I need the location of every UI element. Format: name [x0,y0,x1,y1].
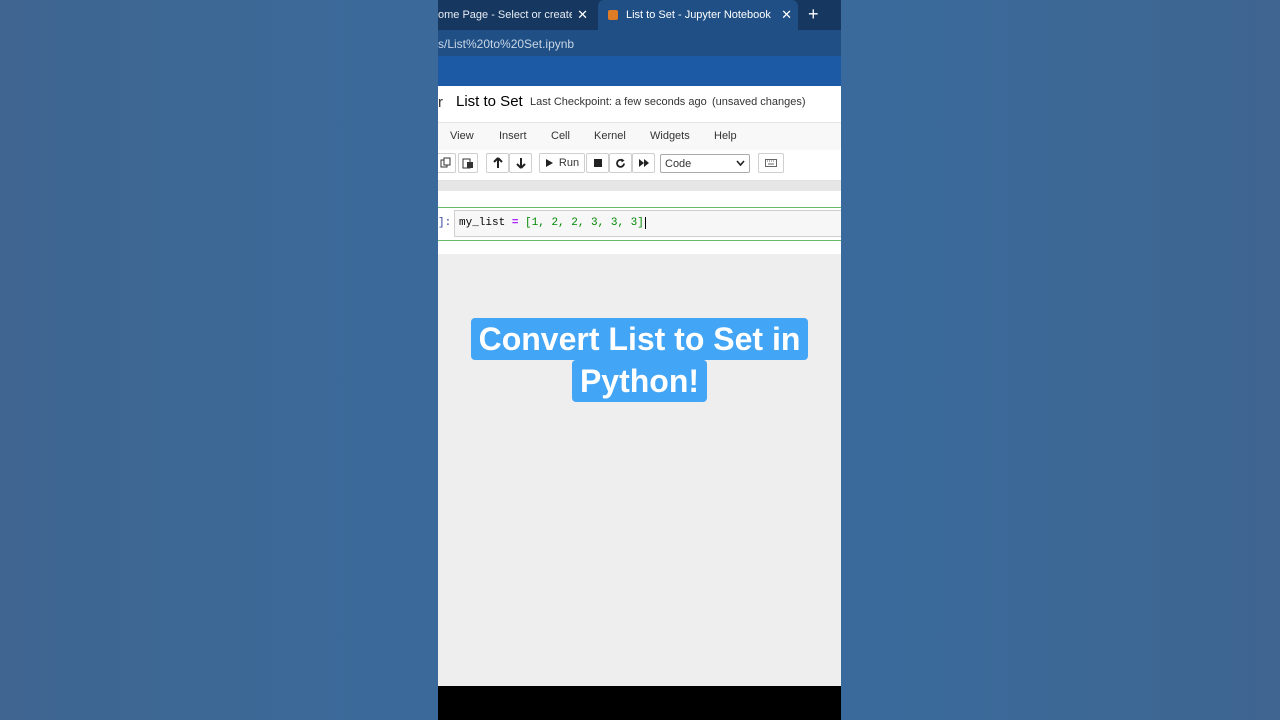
checkpoint-status: Last Checkpoint: a few seconds ago [530,96,707,108]
cell-prompt: ]: [438,217,452,229]
stop-icon [593,159,602,167]
tab-list-to-set[interactable]: List to Set - Jupyter Notebook ✕ [598,0,798,30]
run-button[interactable]: Run [539,153,585,173]
close-icon[interactable]: ✕ [781,7,792,23]
move-down-button[interactable] [509,153,532,173]
copy-icon [440,157,451,168]
code-list-literal: [1, 2, 2, 3, 3, 3] [525,217,644,229]
arrow-down-icon [515,158,526,169]
notebook-icon [608,10,618,20]
notebook-toolbar: Run Code [438,150,841,181]
notebook-header: r List to Set Last Checkpoint: a few sec… [438,86,841,122]
cell-type-value: Code [665,157,692,170]
video-caption: Convert List to Set in Python! [438,318,841,402]
play-icon [545,159,553,167]
restart-kernel-button[interactable] [609,153,632,173]
menu-widgets[interactable]: Widgets [650,130,690,142]
menu-cell[interactable]: Cell [551,130,570,142]
arrow-up-icon [492,157,503,168]
move-up-button[interactable] [486,153,509,173]
copy-cell-button[interactable] [438,153,456,173]
caption-line-2: Python! [571,360,708,402]
code-input[interactable]: my_list = [1, 2, 2, 3, 3, 3] [454,210,841,237]
tab-title: List to Set - Jupyter Notebook [626,9,771,21]
tab-title: ome Page - Select or create a n [438,9,572,21]
restart-icon [616,158,625,168]
code-operator: = [511,217,519,229]
text-cursor [644,217,646,229]
bottom-bar [438,686,841,720]
interrupt-button[interactable] [586,153,609,173]
video-frame: ome Page - Select or create a n ✕ List t… [438,0,841,720]
url-text: s/List%20to%20Set.ipynb [438,37,575,51]
notebook-container: ]: my_list = [1, 2, 2, 3, 3, 3] [438,181,841,254]
command-palette-button[interactable] [758,153,784,173]
browser-tab-bar: ome Page - Select or create a n ✕ List t… [438,0,841,30]
menu-bar: View Insert Cell Kernel Widgets Help [438,122,841,151]
close-icon[interactable]: ✕ [577,7,588,23]
code-variable: my_list [459,217,506,229]
caption-line-1: Convert List to Set in [470,318,809,360]
jupyter-logo-fragment[interactable]: r [438,94,443,111]
notebook-title[interactable]: List to Set [456,93,523,110]
code-text: my_list = [1, 2, 2, 3, 3, 3] [459,217,646,229]
menu-help[interactable]: Help [714,130,737,142]
menu-insert[interactable]: Insert [499,130,527,142]
new-tab-plus-icon[interactable]: + [808,4,819,24]
keyboard-icon [765,159,777,167]
code-cell[interactable]: ]: my_list = [1, 2, 2, 3, 3, 3] [438,207,841,241]
restart-run-all-button[interactable] [632,153,655,173]
cell-type-select[interactable]: Code [660,154,750,173]
menu-view[interactable]: View [450,130,474,142]
jupyter-top-bar [438,56,841,86]
fast-forward-icon [638,159,649,167]
tab-home-page[interactable]: ome Page - Select or create a n ✕ [438,0,596,30]
chevron-down-icon [736,157,745,169]
paste-cell-button[interactable] [458,153,478,173]
paste-icon [462,158,473,169]
address-bar[interactable]: s/List%20to%20Set.ipynb [438,30,841,56]
autosave-status: (unsaved changes) [712,96,806,108]
run-label: Run [558,157,580,169]
menu-kernel[interactable]: Kernel [594,130,626,142]
